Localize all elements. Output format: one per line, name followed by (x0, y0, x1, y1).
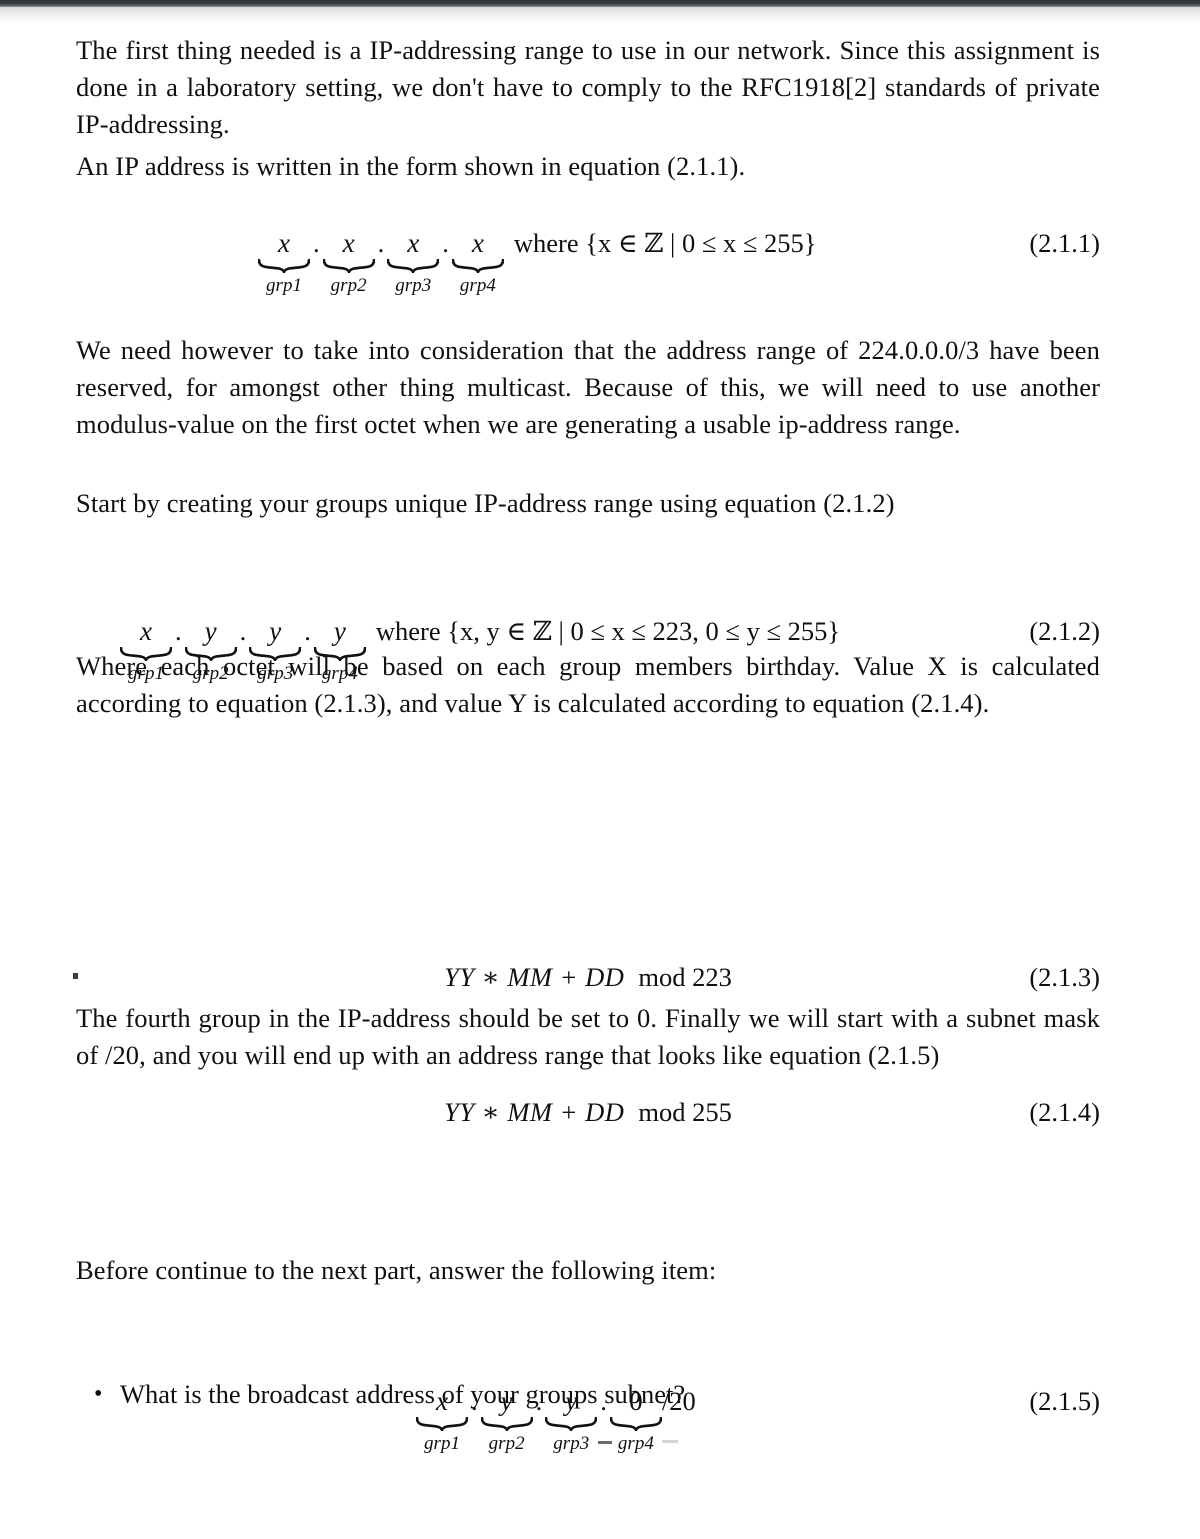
octet-value: y (333, 616, 346, 646)
octet-separator: . (442, 228, 449, 258)
octet-separator: . (304, 616, 311, 646)
octet-separator: . (175, 616, 182, 646)
octet-separator: . (313, 228, 320, 258)
octet-value: x (342, 228, 355, 258)
paragraph-address-form: An IP address is written in the form sho… (76, 151, 746, 181)
equation-number: (2.1.4) (1029, 1097, 1100, 1127)
list-item-label: What is the broadcast address of your gr… (120, 1379, 686, 1409)
underbrace-icon (258, 259, 310, 273)
octet-label: grp4 (459, 275, 496, 296)
document-page: The first thing needed is a IP-addressin… (0, 0, 1200, 1539)
octet-label: grp4 (617, 1433, 654, 1454)
octet-label: grp2 (488, 1433, 525, 1454)
underbrace-icon (545, 1417, 598, 1431)
underbrace-icon (609, 1417, 662, 1431)
octet-label: grp1 (266, 275, 302, 296)
octet-label: grp3 (395, 275, 432, 296)
question-list: • What is the broadcast address of your … (76, 1376, 1100, 1413)
equation-2-1-1: x grp1 . x grp2 . x grp3 . x grp4 where … (76, 228, 1100, 306)
bullet-icon: • (94, 1381, 103, 1407)
scan-edge-fade (0, 7, 1200, 23)
scan-edge-bar (0, 0, 1200, 7)
paragraph-start-instruction: Start by creating your groups unique IP-… (76, 488, 895, 518)
octet-value: x (407, 228, 420, 258)
paragraph-intro: The first thing needed is a IP-addressin… (76, 35, 1100, 139)
octet-value: y (269, 616, 282, 646)
octet-value: x (471, 228, 484, 258)
octet-group: x grp1 (258, 228, 310, 297)
equation-condition: where {x ∈ ℤ | 0 ≤ x ≤ 255} (513, 228, 817, 258)
paragraph-answer-prompt: Before continue to the next part, answer… (76, 1255, 717, 1285)
octet-group: x grp4 (451, 228, 504, 297)
underbrace-icon (480, 1417, 533, 1431)
octet-label: grp2 (330, 275, 367, 296)
equation-number: (2.1.3) (1029, 962, 1100, 992)
equation-number: (2.1.2) (1029, 616, 1100, 646)
octet-group: x grp3 (387, 228, 440, 297)
octet-value: x (140, 616, 152, 646)
equation-2-1-4: YY ∗ MM + DD mod 255 (2.1.4) (76, 1099, 1100, 1139)
equation-expression: YY ∗ MM + DD (444, 1097, 625, 1127)
equation-number: (2.1.1) (1029, 228, 1100, 258)
paragraph-subnet-mask: The fourth group in the IP-address shoul… (76, 1003, 1100, 1070)
octet-value: x (278, 228, 290, 258)
list-item: • What is the broadcast address of your … (94, 1376, 1100, 1413)
octet-value: y (204, 616, 217, 646)
equation-expression: YY ∗ MM + DD (444, 962, 625, 992)
octet-label: grp1 (424, 1433, 460, 1454)
underbrace-icon (451, 259, 504, 273)
underbrace-icon (322, 259, 375, 273)
equation-modulus: mod 255 (638, 1097, 732, 1127)
underbrace-icon (387, 259, 440, 273)
underbrace-icon (416, 1417, 468, 1431)
octet-separator: . (377, 228, 385, 258)
octet-separator: . (239, 616, 247, 646)
octet-group: x grp2 (322, 228, 375, 297)
octet-label: grp3 (553, 1433, 590, 1454)
equation-modulus: mod 223 (638, 962, 732, 992)
paragraph-octet-basis: Where each octet will be based on each g… (76, 651, 1100, 718)
equation-2-1-3: YY ∗ MM + DD mod 223 (2.1.3) (76, 964, 1100, 1004)
equation-condition: where {x, y ∈ ℤ | 0 ≤ x ≤ 223, 0 ≤ y ≤ 2… (375, 616, 841, 646)
octet-group-list: x grp1 . x grp2 . x grp3 . x grp4 (258, 228, 504, 297)
paragraph-multicast-note: We need however to take into considerati… (76, 335, 1100, 439)
